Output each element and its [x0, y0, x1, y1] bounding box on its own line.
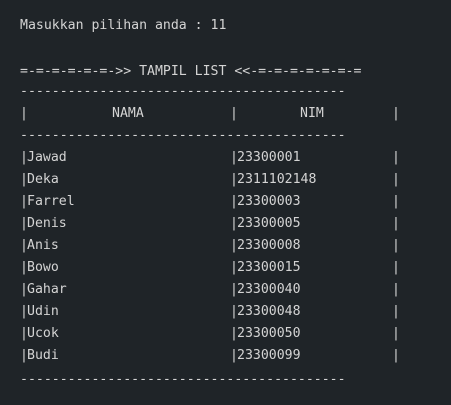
row-name: Gahar — [27, 282, 67, 297]
row-nim: 23300099 — [237, 348, 301, 363]
row-right-bar: | — [392, 194, 400, 209]
row-name: Denis — [27, 216, 67, 231]
row-right-bar: | — [392, 304, 400, 319]
table-row: | Budi | 23300099 | — [20, 345, 400, 367]
row-name: Jawad — [27, 150, 67, 165]
table-row: | Udin | 23300048 | — [20, 301, 400, 323]
row-right-bar: | — [392, 260, 400, 275]
separator-mid: ----------------------------------------… — [20, 128, 346, 143]
header-left-bar: | — [20, 106, 28, 121]
header-mid-bar: | — [230, 106, 238, 121]
row-right-bar: | — [392, 326, 400, 341]
row-right-bar: | — [392, 150, 400, 165]
row-nim: 23300003 — [237, 194, 301, 209]
terminal-output: Masukkan pilihan anda : 11 =-=-=-=-=-=->… — [0, 0, 451, 405]
row-right-bar: | — [392, 216, 400, 231]
list-banner: =-=-=-=-=-=->> TAMPIL LIST <<-=-=-=-=-=-… — [20, 64, 362, 79]
table-row: | Anis | 23300008 | — [20, 235, 400, 257]
table-row: | Denis | 23300005 | — [20, 213, 400, 235]
row-nim: 23300005 — [237, 216, 301, 231]
row-nim: 23300050 — [237, 326, 301, 341]
table-row: | Bowo | 23300015 | — [20, 257, 400, 279]
row-nim: 23300008 — [237, 238, 301, 253]
row-right-bar: | — [392, 172, 400, 187]
row-nim: 23300048 — [237, 304, 301, 319]
table-row: | Ucok | 23300050 | — [20, 323, 400, 345]
row-name: Ucok — [27, 326, 59, 341]
table-row: | Gahar | 23300040 | — [20, 279, 400, 301]
row-name: Deka — [27, 172, 59, 187]
row-nim: 23300040 — [237, 282, 301, 297]
separator-top: ----------------------------------------… — [20, 84, 346, 99]
row-right-bar: | — [392, 238, 400, 253]
header-right-bar: | — [392, 106, 400, 121]
header-nim: NIM — [300, 106, 324, 121]
row-right-bar: | — [392, 348, 400, 363]
row-right-bar: | — [392, 282, 400, 297]
prompt-line: Masukkan pilihan anda : 11 — [20, 18, 227, 33]
row-name: Budi — [27, 348, 59, 363]
row-name: Farrel — [27, 194, 75, 209]
row-name: Bowo — [27, 260, 59, 275]
table-row: | Deka | 2311102148 | — [20, 169, 400, 191]
row-nim: 23300015 — [237, 260, 301, 275]
table-row: | Farrel | 23300003 | — [20, 191, 400, 213]
row-name: Udin — [27, 304, 59, 319]
row-name: Anis — [27, 238, 59, 253]
header-nama: NAMA — [112, 106, 144, 121]
row-nim: 23300001 — [237, 150, 301, 165]
row-nim: 2311102148 — [237, 172, 317, 187]
separator-bottom: ----------------------------------------… — [20, 372, 346, 387]
table-header: | NAMA | NIM | — [20, 103, 400, 125]
table-row: | Jawad | 23300001 | — [20, 147, 400, 169]
